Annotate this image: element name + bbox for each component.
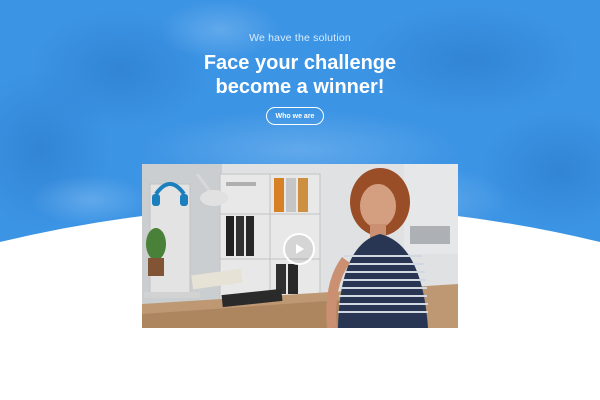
video-thumbnail[interactable]: [142, 164, 458, 328]
hero-eyebrow: We have the solution: [249, 32, 351, 44]
play-button[interactable]: [283, 233, 315, 265]
who-we-are-button[interactable]: Who we are: [266, 107, 324, 125]
play-icon: [296, 244, 304, 254]
headline-line-1: Face your challenge: [203, 52, 397, 74]
headline-line-2: become a winner!: [215, 76, 385, 98]
hero-headline: Face your challenge become a winner!: [0, 51, 600, 99]
